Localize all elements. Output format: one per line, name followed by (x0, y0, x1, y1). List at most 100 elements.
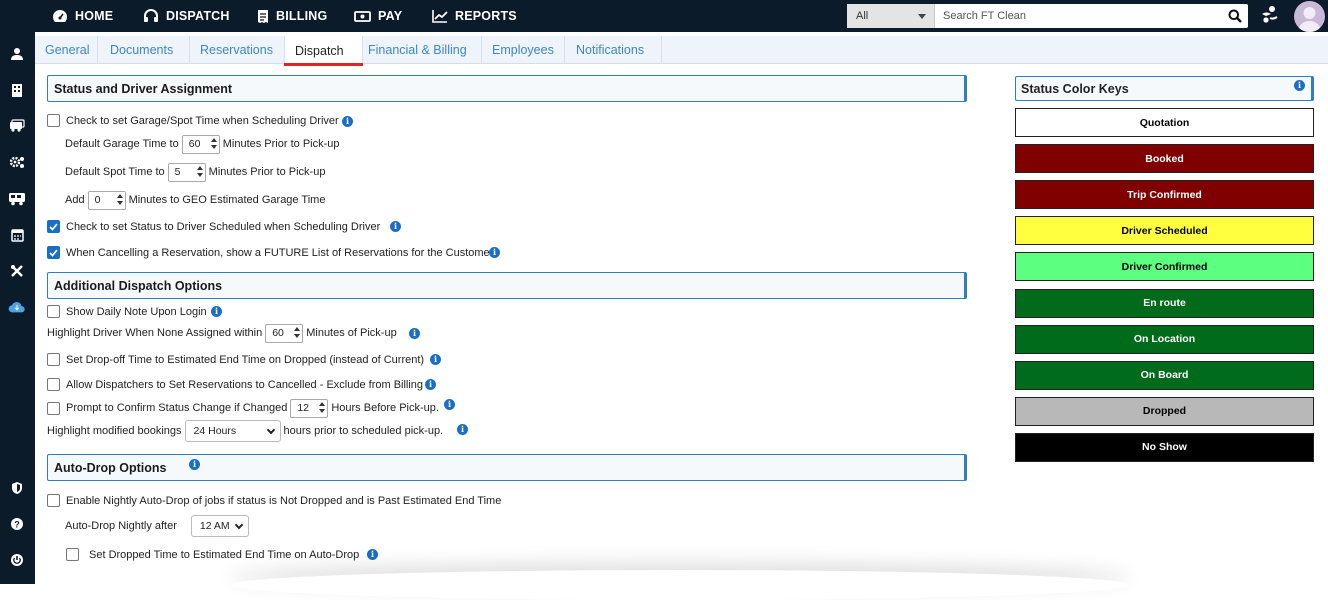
garage-spot-check-label: Check to set Garage/Spot Time when Sched… (66, 114, 339, 127)
dropped-time-label: Set Dropped Time to Estimated End Time o… (89, 548, 360, 561)
dropped-time-checkbox[interactable] (66, 548, 79, 561)
info-icon[interactable]: i (457, 424, 468, 435)
active-tab-indicator (284, 63, 363, 66)
autodrop-section-header: Auto-Drop Options (47, 454, 967, 481)
dropoff-time-checkbox[interactable] (47, 353, 60, 366)
geo-add-label: Add (65, 194, 85, 206)
enable-autodrop-checkbox[interactable] (47, 494, 60, 507)
info-icon[interactable]: i (342, 116, 353, 127)
people-icon[interactable] (8, 45, 26, 63)
highlight-driver-row: Highlight Driver When None Assigned with… (47, 323, 397, 343)
spot-time-stepper[interactable]: 5 (167, 162, 206, 182)
cancel-future-list-checkbox[interactable] (47, 246, 60, 259)
autodrop-section-title: Auto-Drop Options (54, 460, 167, 475)
garage-time-row: Default Garage Time to 60 Minutes Prior … (65, 134, 340, 154)
status-check-row: Check to set Status to Driver Scheduled … (47, 220, 380, 233)
tab-employees[interactable]: Employees (482, 36, 565, 64)
power-icon[interactable] (8, 551, 26, 569)
highlight-modified-select[interactable]: 24 Hours (184, 420, 281, 442)
nav-pay[interactable]: PAY (354, 0, 402, 32)
info-icon[interactable]: i (489, 247, 500, 258)
svg-text:?: ? (14, 520, 20, 530)
cancel-check-label: When Cancelling a Reservation, show a FU… (66, 246, 494, 259)
tab-dispatch[interactable]: Dispatch (284, 36, 363, 65)
status-check-label: Check to set Status to Driver Scheduled … (66, 220, 381, 233)
info-icon[interactable]: i (409, 328, 420, 339)
tab-documents[interactable]: Documents (100, 36, 190, 64)
garage-spot-check-row: Check to set Garage/Spot Time when Sched… (47, 114, 339, 127)
tab-general[interactable]: General (35, 36, 98, 64)
highlight-driver-stepper[interactable]: 60 (265, 323, 304, 343)
info-icon[interactable]: i (430, 354, 441, 365)
search-scope-select[interactable]: All (847, 4, 935, 28)
garage-time-stepper[interactable]: 60 (181, 134, 220, 154)
highlight-driver-value: 60 (272, 327, 284, 339)
nav-dispatch[interactable]: DISPATCH (143, 0, 230, 32)
settings-gears-icon[interactable] (8, 153, 26, 171)
calendar-icon[interactable] (8, 226, 26, 244)
nav-home-label: HOME (75, 9, 114, 23)
nav-reports[interactable]: REPORTS (432, 0, 517, 32)
info-icon[interactable]: i (425, 379, 436, 390)
highlight-modified-suffix: hours prior to scheduled pick-up. (283, 425, 444, 437)
info-icon[interactable]: i (1294, 80, 1305, 91)
tools-icon[interactable] (8, 262, 26, 280)
info-icon[interactable]: i (367, 549, 378, 560)
cloud-icon[interactable] (8, 298, 26, 316)
status-key-booked: Booked (1015, 144, 1314, 174)
status-key-trip-confirmed: Trip Confirmed (1015, 180, 1314, 210)
daily-note-checkbox[interactable] (47, 305, 60, 318)
prompt-confirm-checkbox[interactable] (47, 401, 60, 415)
help-icon[interactable]: ? (8, 515, 26, 533)
tab-dispatch-label: Dispatch (295, 43, 344, 58)
search-input[interactable] (935, 4, 1222, 28)
info-icon[interactable]: i (444, 399, 455, 410)
geo-garage-row: Add 0 Minutes to GEO Estimated Garage Ti… (65, 190, 325, 210)
shield-icon[interactable] (8, 479, 26, 497)
vehicles-icon[interactable] (8, 117, 26, 135)
status-key-quotation: Quotation (1015, 108, 1314, 137)
status-color-keys-header: Status Color Keys (1015, 76, 1314, 101)
status-driver-scheduled-checkbox[interactable] (47, 220, 60, 233)
building-icon[interactable] (8, 81, 26, 99)
nav-billing[interactable]: BILLING (257, 0, 327, 32)
search-button[interactable] (1222, 4, 1248, 28)
chevron-down-icon (266, 425, 275, 435)
spot-time-value: 5 (174, 166, 181, 178)
status-key-on-location: On Location (1015, 324, 1314, 354)
search-icon (1228, 9, 1242, 23)
user-switch-icon[interactable] (1260, 5, 1278, 28)
prompt-hours-stepper[interactable]: 12 (290, 398, 329, 418)
geo-add-suffix: Minutes to GEO Estimated Garage Time (128, 194, 326, 206)
nav-home[interactable]: HOME (52, 0, 113, 32)
geo-add-stepper[interactable]: 0 (87, 190, 126, 210)
nav-billing-label: BILLING (276, 9, 328, 23)
headset-icon (144, 8, 158, 22)
trend-chart-icon (432, 10, 448, 23)
info-icon[interactable]: i (189, 459, 200, 470)
garage-time-label: Default Garage Time to (65, 138, 179, 150)
bus-icon[interactable] (8, 190, 26, 208)
info-icon[interactable]: i (211, 306, 222, 317)
status-key-driver-confirmed: Driver Confirmed (1015, 252, 1314, 282)
garage-spot-checkbox[interactable] (47, 114, 60, 127)
status-color-keys-title: Status Color Keys (1021, 81, 1129, 96)
allow-cancel-row: Allow Dispatchers to Set Reservations to… (47, 378, 423, 391)
gauge-icon (53, 10, 68, 22)
avatar[interactable] (1294, 1, 1325, 32)
allow-cancel-checkbox[interactable] (47, 378, 60, 391)
info-icon[interactable]: i (390, 221, 401, 232)
tab-notifications[interactable]: Notifications (566, 36, 662, 64)
highlight-modified-value: 24 Hours (193, 425, 237, 437)
tab-notifications-label: Notifications (576, 43, 645, 57)
nav-dispatch-label: DISPATCH (166, 9, 230, 23)
autodrop-after-select[interactable]: 12 AM (190, 515, 249, 537)
status-key-dropped: Dropped (1015, 396, 1314, 426)
dropped-time-row: Set Dropped Time to Estimated End Time o… (66, 548, 359, 561)
highlight-driver-suffix: Minutes of Pick-up (306, 327, 397, 339)
allow-cancel-label: Allow Dispatchers to Set Reservations to… (66, 378, 424, 391)
tab-reservations[interactable]: Reservations (190, 36, 285, 64)
tab-financial-billing[interactable]: Financial & Billing (358, 36, 482, 64)
highlight-driver-label: Highlight Driver When None Assigned with… (47, 327, 263, 339)
bottom-shadow (230, 570, 1130, 600)
